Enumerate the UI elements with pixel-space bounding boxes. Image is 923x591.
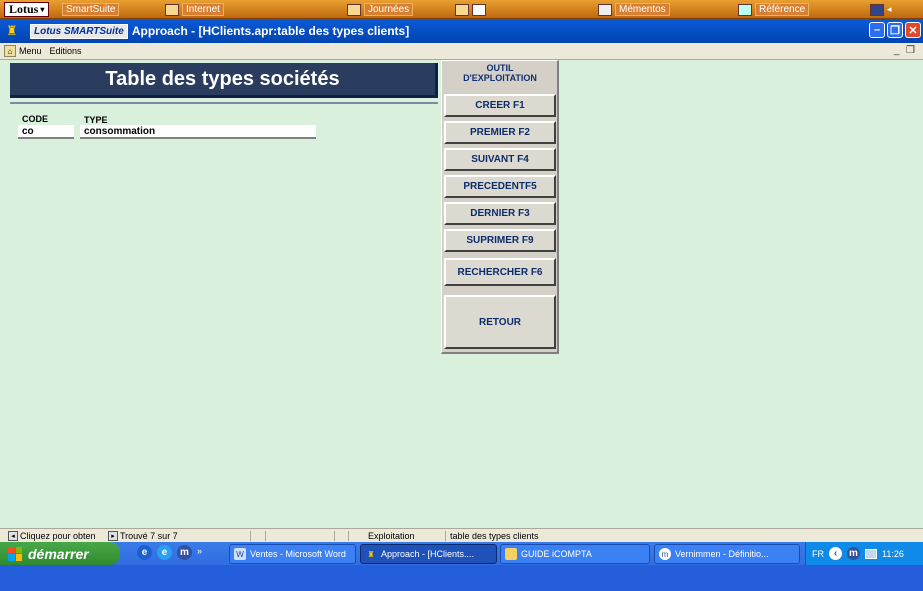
menu-item-editions[interactable]: Editions — [50, 46, 82, 56]
next-record-icon: ▸ — [108, 531, 118, 541]
system-tray: FR ‹ m 11:26 — [805, 542, 923, 565]
form-title: Table des types sociétés — [10, 63, 438, 98]
house-icon: ⌂ — [4, 45, 16, 57]
internet-drawer-label: Internet — [182, 3, 224, 16]
reference-drawer-icon — [738, 3, 752, 16]
windows-taskbar: démarrer e e m » W Ventes - Microsoft Wor… — [0, 542, 923, 591]
windows-logo-icon — [8, 546, 22, 561]
search-button[interactable]: RECHERCHER F6 — [444, 258, 556, 286]
smartsuite-drawer-label: SmartSuite — [62, 3, 120, 16]
messenger-icon[interactable]: m — [177, 545, 192, 560]
close-button[interactable]: ✕ — [905, 22, 921, 38]
browser-icon: m — [659, 548, 671, 560]
heart-icon — [870, 3, 884, 16]
minimize-button[interactable]: – — [869, 22, 885, 38]
reference-drawer[interactable]: Référence — [738, 2, 810, 17]
taskbar-lower — [0, 565, 923, 591]
back-arrow-icon[interactable]: ‹ — [829, 547, 842, 560]
list-icon — [472, 3, 486, 16]
calendar-icon — [455, 3, 469, 16]
status-found[interactable]: ▸ Trouvé 7 sur 7 — [108, 530, 178, 542]
last-button[interactable]: DERNIER F3 — [444, 202, 556, 225]
clock[interactable]: 11:26 — [882, 549, 904, 559]
reference-drawer-label: Référence — [755, 3, 810, 16]
calendar-drawer[interactable] — [455, 2, 486, 17]
next-button[interactable]: SUIVANT F4 — [444, 148, 556, 171]
internet-drawer-icon — [165, 3, 179, 16]
status-divider — [348, 531, 349, 541]
internet-drawer[interactable]: Internet — [165, 2, 224, 17]
doc-minimize-button[interactable]: _ — [894, 45, 900, 56]
create-button[interactable]: CREER F1 — [444, 94, 556, 117]
journees-drawer[interactable]: Journées — [347, 2, 414, 17]
smartsuite-drawer[interactable]: SmartSuite — [62, 2, 120, 17]
journees-drawer-label: Journées — [364, 3, 414, 16]
mementos-drawer-icon — [598, 3, 612, 16]
language-indicator[interactable]: FR — [812, 549, 824, 559]
taskbar-approach-label: Approach - [HClients.... — [381, 549, 475, 559]
status-hint-text: Cliquez pour obten — [20, 531, 96, 541]
status-divider — [250, 531, 251, 541]
status-divider — [445, 531, 446, 541]
status-divider — [265, 531, 266, 541]
panel-title-line2: D'EXPLOITATION — [463, 73, 537, 83]
panel-title: OUTIL D'EXPLOITATION — [442, 63, 558, 83]
taskbar-word[interactable]: W Ventes - Microsoft Word — [229, 544, 356, 564]
arrow-left-icon: ◂ — [887, 4, 892, 14]
status-divider — [334, 531, 335, 541]
journees-drawer-icon — [347, 3, 361, 16]
restore-button[interactable]: ❐ — [887, 22, 903, 38]
header-divider — [10, 102, 438, 104]
menu-bar: ⌂ Menu Editions _ ❐ — [0, 43, 923, 60]
code-label: CODE — [22, 114, 49, 124]
status-mode[interactable]: Exploitation — [368, 530, 415, 542]
type-field[interactable]: consommation — [80, 125, 316, 139]
taskbar-guide-label: GUIDE iCOMPTA — [521, 549, 592, 559]
first-button[interactable]: PREMIER F2 — [444, 121, 556, 144]
window-title: Approach - [HClients.apr:table des types… — [131, 24, 410, 38]
menu-item-menu[interactable]: Menu — [19, 46, 42, 56]
quicklaunch-overflow-icon[interactable]: » — [197, 546, 202, 556]
approach-app-icon: ♜ — [6, 23, 18, 38]
outlook-express-icon[interactable]: e — [137, 545, 152, 560]
window-title-bar: ♜ Lotus SMARTSuite Approach - [HClients.… — [0, 19, 923, 43]
previous-button[interactable]: PRECEDENTF5 — [444, 175, 556, 198]
operations-panel: OUTIL D'EXPLOITATION CREER F1 PREMIER F2… — [441, 60, 559, 354]
doc-restore-button[interactable]: ❐ — [906, 45, 915, 56]
smartsuite-bar: Lotus ▾ SmartSuite Internet Journées Méme… — [0, 0, 923, 19]
return-button[interactable]: RETOUR — [444, 295, 556, 349]
folder-icon — [505, 548, 517, 560]
panel-title-line1: OUTIL — [486, 63, 514, 73]
code-field[interactable]: co — [18, 125, 74, 139]
delete-button[interactable]: SUPRIMER F9 — [444, 229, 556, 252]
status-hint[interactable]: ◂ Cliquez pour obten — [8, 530, 96, 542]
network-icon[interactable] — [865, 548, 877, 559]
start-button[interactable]: démarrer — [0, 542, 120, 565]
taskbar-vernimmen[interactable]: m Vernimmen - Définitio... — [654, 544, 800, 564]
mementos-drawer-label: Mémentos — [615, 3, 670, 16]
form-area: Table des types sociétés CODE TYPE co co… — [0, 60, 923, 528]
lotus-menu-button[interactable]: Lotus ▾ — [4, 1, 50, 17]
type-label: TYPE — [84, 115, 108, 125]
status-found-text: Trouvé 7 sur 7 — [120, 531, 178, 541]
word-icon: W — [234, 548, 246, 560]
mementos-drawer[interactable]: Mémentos — [598, 2, 670, 17]
taskbar-guide-icompta[interactable]: GUIDE iCOMPTA — [500, 544, 650, 564]
messenger-tray-icon[interactable]: m — [847, 547, 860, 560]
smartsuite-logo: Lotus SMARTSuite — [30, 23, 128, 39]
smartsuite-nav-arrows[interactable]: ◂ — [870, 2, 892, 17]
taskbar-approach[interactable]: ♜ Approach - [HClients.... — [360, 544, 497, 564]
status-view[interactable]: table des types clients — [450, 530, 539, 542]
taskbar-vernimmen-label: Vernimmen - Définitio... — [675, 549, 769, 559]
start-label: démarrer — [28, 545, 89, 562]
approach-icon: ♜ — [367, 549, 375, 559]
taskbar-word-label: Ventes - Microsoft Word — [250, 549, 346, 559]
status-bar: ◂ Cliquez pour obten ▸ Trouvé 7 sur 7 Expl… — [0, 528, 923, 542]
prev-record-icon: ◂ — [8, 531, 18, 541]
internet-explorer-icon[interactable]: e — [157, 545, 172, 560]
